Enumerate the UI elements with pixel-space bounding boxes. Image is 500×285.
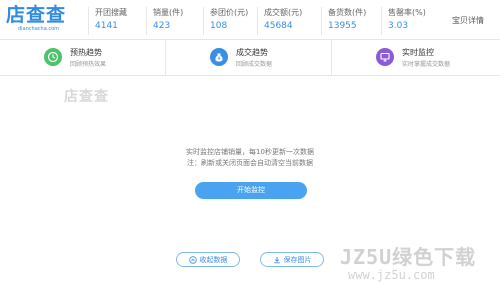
tab-subtitle: 实时掌握成交数据 bbox=[402, 61, 451, 68]
money-bag-icon: ¥ bbox=[210, 48, 228, 66]
stat-sell-through-rate: 售罄率(%) 3.03 bbox=[381, 7, 426, 35]
stat-turnover: 成交额(元) 45684 bbox=[257, 7, 302, 35]
stat-label: 销量(件) bbox=[153, 8, 184, 17]
function-tabs: 预热趋势 回顾预热效果 ¥ 成交趋势 回顾成交数据 实时监控 实时掌握成交数据 bbox=[0, 40, 500, 76]
stat-value: 4141 bbox=[95, 21, 118, 31]
stat-label: 开团搜藏 bbox=[95, 8, 127, 17]
site-watermark: JZ5U绿色下载 www.jz5u.com bbox=[340, 246, 498, 282]
stat-label: 备货数(件) bbox=[328, 8, 367, 17]
stat-sales: 销量(件) 423 bbox=[146, 7, 183, 35]
content-watermark-logo: 店查查 bbox=[64, 89, 109, 105]
monitor-note: 注：刷新或关闭页面会自动清空当前数据 bbox=[187, 159, 313, 167]
collapse-data-label: 收起数据 bbox=[199, 255, 228, 264]
stat-label: 参团价(元) bbox=[210, 8, 249, 17]
site-watermark-url: www.jz5u.com bbox=[348, 268, 435, 282]
stat-label: 售罄率(%) bbox=[388, 8, 426, 17]
tab-transaction-trend[interactable]: ¥ 成交趋势 回顾成交数据 bbox=[166, 40, 332, 76]
stat-group-price: 参团价(元) 108 bbox=[203, 7, 248, 35]
stat-value: 45684 bbox=[264, 21, 293, 31]
download-icon bbox=[273, 256, 280, 263]
stat-stock: 备货数(件) 13955 bbox=[321, 7, 366, 35]
save-image-button[interactable]: 保存图片 bbox=[260, 252, 324, 267]
save-image-label: 保存图片 bbox=[283, 255, 312, 264]
stat-label: 成交额(元) bbox=[264, 8, 303, 17]
monitor-icon bbox=[376, 48, 394, 66]
chevron-up-icon bbox=[188, 255, 197, 264]
clock-icon bbox=[44, 48, 62, 66]
logo-text: 店查查 bbox=[6, 4, 67, 26]
monitor-notice: 实时监控店铺销量，每10秒更新一次数据 bbox=[186, 148, 314, 156]
stat-value: 423 bbox=[153, 21, 171, 31]
stat-value: 3.03 bbox=[388, 21, 409, 31]
tab-title: 实时监控 bbox=[402, 48, 434, 57]
site-watermark-title: JZ5U绿色下载 bbox=[340, 245, 477, 269]
tab-title: 预热趋势 bbox=[70, 48, 102, 57]
logo-subtext: dianchacha.com bbox=[18, 26, 60, 32]
dianchacha-logo: 店查查 dianchacha.com bbox=[6, 4, 80, 36]
tab-title: 成交趋势 bbox=[236, 48, 268, 57]
stat-value: 108 bbox=[210, 21, 228, 31]
item-detail-link[interactable]: 宝贝详情 bbox=[452, 15, 484, 26]
start-monitor-button[interactable]: 开始监控 bbox=[195, 182, 307, 199]
tab-subtitle: 回顾成交数据 bbox=[236, 61, 273, 68]
collapse-data-button[interactable]: 收起数据 bbox=[176, 252, 240, 267]
tab-preheat-trend[interactable]: 预热趋势 回顾预热效果 bbox=[0, 40, 166, 76]
tab-subtitle: 回顾预热效果 bbox=[70, 61, 107, 68]
svg-text:¥: ¥ bbox=[218, 56, 221, 62]
tab-realtime-monitor[interactable]: 实时监控 实时掌握成交数据 bbox=[332, 40, 498, 76]
stats-header: 店查查 dianchacha.com 开团搜藏 4141 销量(件) 423 参… bbox=[0, 0, 500, 40]
stat-value: 13955 bbox=[328, 21, 357, 31]
stat-group-buy-favorites: 开团搜藏 4141 bbox=[88, 7, 127, 35]
